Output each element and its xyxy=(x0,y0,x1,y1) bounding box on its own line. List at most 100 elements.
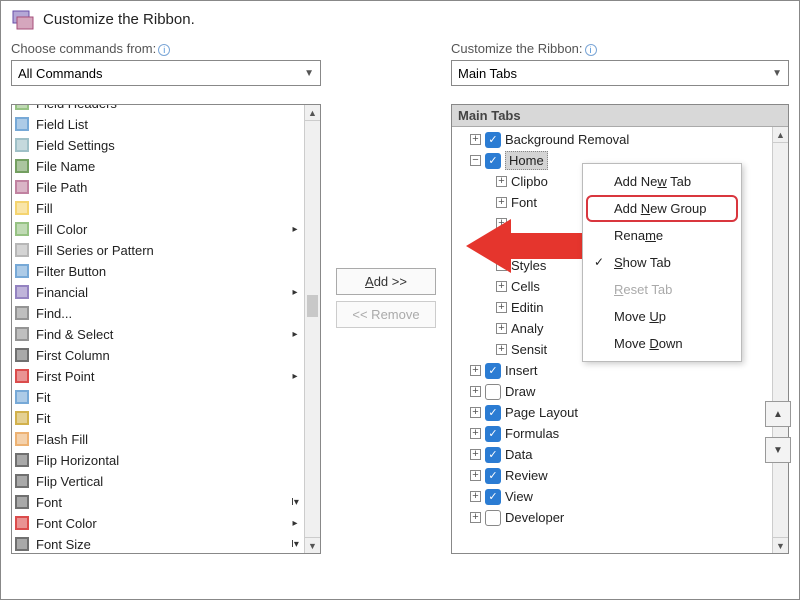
tree-expander[interactable]: + xyxy=(496,176,507,187)
command-icon xyxy=(14,137,32,155)
scrollbar[interactable]: ▲ ▼ xyxy=(772,127,788,553)
tree-label: Editin xyxy=(511,300,544,315)
command-item[interactable]: Find & Select▸ xyxy=(12,324,304,345)
dialog-title: Customize the Ribbon. xyxy=(43,11,195,28)
command-item[interactable]: Flip Vertical xyxy=(12,471,304,492)
command-item[interactable]: First Column xyxy=(12,345,304,366)
command-item[interactable]: Fill Color▸ xyxy=(12,219,304,240)
checkbox-checked[interactable]: ✓ xyxy=(485,468,501,484)
tree-row[interactable]: +Draw xyxy=(456,381,784,402)
command-item[interactable]: Field Settings xyxy=(12,135,304,156)
tree-expander[interactable]: + xyxy=(470,386,481,397)
tree-row[interactable]: + ✓ Formulas xyxy=(456,423,784,444)
tree-row[interactable]: +✓View xyxy=(456,486,784,507)
submenu-indicator: ▸ xyxy=(288,371,302,382)
tree-expander[interactable]: + xyxy=(496,323,507,334)
command-item[interactable]: Fill xyxy=(12,198,304,219)
checkbox-checked[interactable]: ✓ xyxy=(485,447,501,463)
tree-expander[interactable]: + xyxy=(470,449,481,460)
tree-expander[interactable]: + xyxy=(470,491,481,502)
tabs-listbox[interactable]: Main Tabs +✓Background Removal−✓Home+Cli… xyxy=(451,104,789,554)
checkbox-unchecked[interactable] xyxy=(485,510,501,526)
tree-expander[interactable]: + xyxy=(470,134,481,145)
command-item[interactable]: Fit xyxy=(12,408,304,429)
callout-arrow xyxy=(466,211,586,281)
command-item[interactable]: Field List xyxy=(12,114,304,135)
checkbox-checked[interactable]: ✓ xyxy=(485,132,501,148)
tree-expander[interactable]: + xyxy=(470,428,481,439)
tree-expander[interactable]: + xyxy=(496,197,507,208)
checkbox-checked[interactable]: ✓ xyxy=(485,489,501,505)
move-down-button[interactable]: ▼ xyxy=(765,437,791,463)
tree-expander[interactable]: + xyxy=(470,407,481,418)
command-icon xyxy=(14,221,32,239)
submenu-indicator: ▸ xyxy=(288,329,302,340)
checkbox-unchecked[interactable] xyxy=(485,384,501,400)
tree-row[interactable]: +✓Insert xyxy=(456,360,784,381)
menu-item[interactable]: Rename xyxy=(586,222,738,249)
tree-row[interactable]: +✓Data xyxy=(456,444,784,465)
menu-item[interactable]: ✓Show Tab xyxy=(586,249,738,276)
info-icon[interactable]: i xyxy=(158,44,170,56)
add-button[interactable]: Add >> xyxy=(336,268,436,295)
command-icon xyxy=(14,158,32,176)
tree-expander[interactable]: + xyxy=(496,281,507,292)
command-item[interactable]: Find... xyxy=(12,303,304,324)
command-icon xyxy=(14,494,32,512)
scroll-down-button[interactable]: ▼ xyxy=(305,537,320,553)
command-label: Filter Button xyxy=(36,264,288,279)
command-item[interactable]: Filter Button xyxy=(12,261,304,282)
command-icon xyxy=(14,368,32,386)
ribbon-dropdown[interactable]: Main Tabs ▼ xyxy=(451,60,789,86)
command-item[interactable]: First Point▸ xyxy=(12,366,304,387)
tree-row[interactable]: +✓Page Layout xyxy=(456,402,784,423)
tree-row[interactable]: +✓Background Removal xyxy=(456,129,784,150)
scroll-down-button[interactable]: ▼ xyxy=(773,537,788,553)
checkbox-checked[interactable]: ✓ xyxy=(485,426,501,442)
tree-expander[interactable]: + xyxy=(496,344,507,355)
checkbox-checked[interactable]: ✓ xyxy=(485,153,501,169)
checkbox-checked[interactable]: ✓ xyxy=(485,405,501,421)
commands-from-label: Choose commands from:i xyxy=(11,41,321,56)
tree-expander[interactable]: + xyxy=(470,470,481,481)
command-item[interactable]: Flip Horizontal xyxy=(12,450,304,471)
tree-expander[interactable]: + xyxy=(496,302,507,313)
menu-item[interactable]: Move Up xyxy=(586,303,738,330)
commands-from-dropdown[interactable]: All Commands ▼ xyxy=(11,60,321,86)
command-icon xyxy=(14,104,32,113)
tree-label: Analy xyxy=(511,321,544,336)
checkbox-checked[interactable]: ✓ xyxy=(485,363,501,379)
menu-item[interactable]: Add New Group xyxy=(586,195,738,222)
command-item[interactable]: Financial▸ xyxy=(12,282,304,303)
command-item[interactable]: Font Color▸ xyxy=(12,513,304,534)
command-item[interactable]: Flash Fill xyxy=(12,429,304,450)
tree-row[interactable]: +✓Review xyxy=(456,465,784,486)
tree-expander[interactable]: − xyxy=(470,155,481,166)
scrollbar[interactable]: ▲ ▼ xyxy=(304,105,320,553)
menu-item[interactable]: Move Down xyxy=(586,330,738,357)
command-item[interactable]: Font SizeI▾ xyxy=(12,534,304,553)
info-icon[interactable]: i xyxy=(585,44,597,56)
menu-item[interactable]: Add New Tab xyxy=(586,168,738,195)
move-up-button[interactable]: ▲ xyxy=(765,401,791,427)
command-item[interactable]: FontI▾ xyxy=(12,492,304,513)
command-icon xyxy=(14,473,32,491)
command-label: Field Settings xyxy=(36,138,288,153)
scroll-up-button[interactable]: ▲ xyxy=(305,105,320,121)
command-item[interactable]: Field Headers xyxy=(12,104,304,114)
scroll-up-button[interactable]: ▲ xyxy=(773,127,788,143)
command-item[interactable]: Fill Series or Pattern xyxy=(12,240,304,261)
tree-expander[interactable]: + xyxy=(470,365,481,376)
tree-label: Formulas xyxy=(505,426,559,441)
command-item[interactable]: File Path xyxy=(12,177,304,198)
tree-row[interactable]: +Developer xyxy=(456,507,784,528)
chevron-down-icon: ▼ xyxy=(304,68,314,79)
chevron-down-icon: ▼ xyxy=(772,68,782,79)
tree-expander[interactable]: + xyxy=(470,512,481,523)
submenu-indicator: I▾ xyxy=(288,497,302,508)
commands-listbox[interactable]: Field HeadersField List Field Settings Fil… xyxy=(11,104,321,554)
remove-button: << Remove xyxy=(336,301,436,328)
command-item[interactable]: Fit xyxy=(12,387,304,408)
command-item[interactable]: File Name xyxy=(12,156,304,177)
scroll-thumb[interactable] xyxy=(307,295,318,317)
